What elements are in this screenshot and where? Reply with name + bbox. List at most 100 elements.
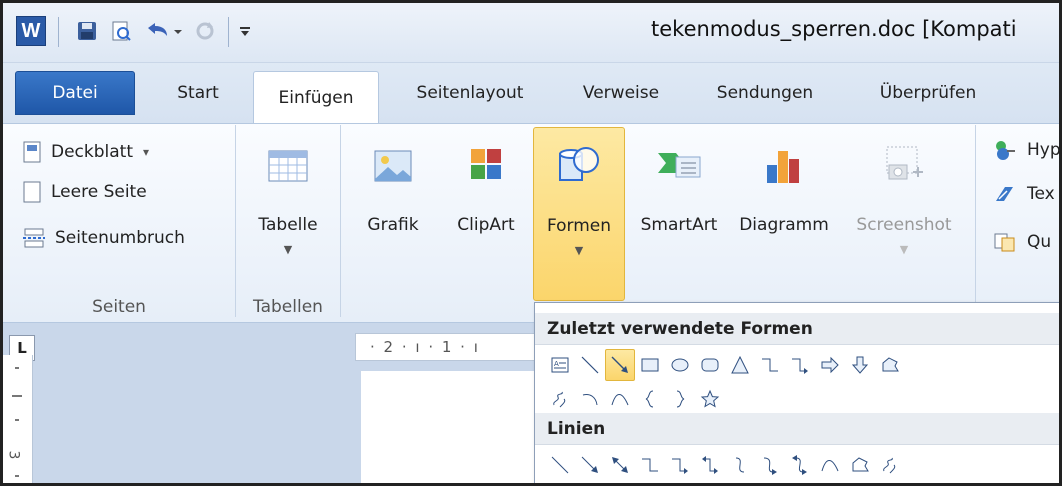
horizontal-ruler[interactable]: · 2 · ı · 1 · ı: [355, 333, 555, 361]
ruler-tick: [15, 367, 19, 369]
leere-seite-button[interactable]: Leere Seite: [23, 181, 147, 203]
arrow-shape-icon[interactable]: [575, 449, 605, 481]
group-separator: [975, 125, 976, 317]
section-header-recent-shapes: Zuletzt verwendete Formen: [535, 313, 1059, 345]
ruler-tick: [12, 395, 22, 397]
elbow-connector-shape-icon[interactable]: [635, 449, 665, 481]
clipart-icon: [471, 149, 501, 179]
tab-start[interactable]: Start: [158, 71, 238, 115]
ruler-number: 3: [5, 450, 22, 460]
line-shape-icon[interactable]: [575, 349, 605, 381]
curve-shape-icon[interactable]: [605, 383, 635, 415]
elbow-double-arrow-connector-shape-icon[interactable]: [695, 449, 725, 481]
freeform-shape-icon[interactable]: [845, 449, 875, 481]
title-bar: W tekenmodus_sperren.doc [Kompati: [3, 3, 1059, 63]
hyperlink-button[interactable]: Hyp: [993, 139, 1061, 161]
screenshot-button: Screenshot ▼: [841, 127, 967, 295]
undo-icon[interactable]: [141, 16, 185, 46]
formen-label: Formen: [546, 216, 612, 236]
tab-einfuegen[interactable]: Einfügen: [253, 71, 379, 124]
rectangle-shape-icon[interactable]: [635, 349, 665, 381]
shapes-gallery: Zuletzt verwendete Formen A Linien: [534, 302, 1059, 483]
tab-datei[interactable]: Datei: [15, 71, 135, 115]
screenshot-label: Screenshot: [856, 215, 952, 235]
tab-verweise[interactable]: Verweise: [566, 71, 676, 115]
blank-page-icon: [23, 181, 41, 203]
word-window: W tekenmodus_sperren.doc [Kompati Datei …: [0, 0, 1062, 486]
seitenumbruch-label: Seitenumbruch: [55, 228, 185, 248]
double-arrow-shape-icon[interactable]: [605, 449, 635, 481]
section-header-lines: Linien: [535, 413, 1059, 445]
recent-shapes-row-2: [545, 383, 725, 415]
grafik-button[interactable]: Grafik: [358, 127, 428, 295]
triangle-shape-icon[interactable]: [725, 349, 755, 381]
elbow-arrow-connector-shape-icon[interactable]: [785, 349, 815, 381]
rounded-rectangle-shape-icon[interactable]: [695, 349, 725, 381]
chevron-down-icon: ▼: [574, 244, 584, 257]
elbow-arrow-connector-shape-icon[interactable]: [665, 449, 695, 481]
customize-dropdown-icon[interactable]: [235, 16, 255, 46]
clipart-button[interactable]: ClipArt: [446, 127, 526, 295]
group-label-seiten: Seiten: [92, 297, 146, 317]
tab-ueberpruefen[interactable]: Überprüfen: [855, 71, 1001, 115]
left-brace-shape-icon[interactable]: [635, 383, 665, 415]
curved-arrow-connector-shape-icon[interactable]: [755, 449, 785, 481]
vertical-ruler[interactable]: 3: [3, 355, 33, 483]
scribble-shape-icon[interactable]: [545, 383, 575, 415]
curved-connector-shape-icon[interactable]: [725, 449, 755, 481]
scribble-shape-icon[interactable]: [875, 449, 905, 481]
leere-seite-label: Leere Seite: [51, 182, 147, 202]
svg-text:A: A: [554, 360, 559, 368]
picture-icon: [374, 150, 412, 182]
bookmark-icon: [996, 187, 1013, 201]
textbox-shape-icon[interactable]: A: [545, 349, 575, 381]
chevron-down-icon: ▾: [143, 145, 150, 159]
chart-icon: [767, 151, 799, 183]
document-title: tekenmodus_sperren.doc [Kompati: [651, 17, 1017, 41]
down-arrow-shape-icon[interactable]: [845, 349, 875, 381]
group-separator: [235, 125, 236, 317]
deckblatt-label: Deckblatt: [51, 142, 134, 162]
smartart-label: SmartArt: [640, 215, 718, 235]
deckblatt-button[interactable]: Deckblatt ▾: [23, 141, 149, 163]
querverweis-button[interactable]: Qu: [993, 231, 1051, 253]
cross-reference-icon: [994, 233, 1015, 252]
arc-shape-icon[interactable]: [575, 383, 605, 415]
curved-double-arrow-connector-shape-icon[interactable]: [785, 449, 815, 481]
ruler-tick: [15, 419, 19, 421]
screenshot-icon: [886, 146, 923, 180]
freeform-shape-icon[interactable]: [875, 349, 905, 381]
smartart-button[interactable]: SmartArt: [627, 127, 731, 295]
diagramm-button[interactable]: Diagramm: [729, 127, 839, 295]
tabelle-label: Tabelle: [258, 215, 318, 235]
clipart-label: ClipArt: [457, 215, 515, 235]
hyperlink-label: Hyp: [1027, 140, 1061, 160]
document-page[interactable]: [361, 371, 561, 483]
star-shape-icon[interactable]: [695, 383, 725, 415]
tabelle-button[interactable]: Tabelle ▼: [241, 127, 335, 295]
word-app-icon[interactable]: W: [16, 16, 46, 46]
tab-sendungen[interactable]: Sendungen: [697, 71, 833, 115]
right-brace-shape-icon[interactable]: [665, 383, 695, 415]
print-preview-icon[interactable]: [107, 16, 135, 46]
arrow-shape-icon[interactable]: [605, 349, 635, 381]
querverweis-label: Qu: [1027, 232, 1052, 252]
ribbon-tabs: Datei Start Einfügen Seitenlayout Verwei…: [3, 63, 1059, 124]
textmarke-button[interactable]: Tex: [993, 183, 1055, 205]
ruler-tick: [15, 475, 19, 477]
curve-shape-icon[interactable]: [815, 449, 845, 481]
formen-button[interactable]: Formen ▼: [533, 127, 625, 301]
group-label-tabellen: Tabellen: [253, 297, 323, 317]
textmarke-label: Tex: [1027, 184, 1055, 204]
smartart-icon: [658, 153, 701, 178]
separator: [58, 17, 59, 47]
oval-shape-icon[interactable]: [665, 349, 695, 381]
right-arrow-shape-icon[interactable]: [815, 349, 845, 381]
tab-seitenlayout[interactable]: Seitenlayout: [395, 71, 545, 115]
page-break-icon: [23, 228, 45, 248]
seitenumbruch-button[interactable]: Seitenumbruch: [23, 227, 185, 249]
save-icon[interactable]: [73, 16, 101, 46]
elbow-connector-shape-icon[interactable]: [755, 349, 785, 381]
line-shape-icon[interactable]: [545, 449, 575, 481]
grafik-label: Grafik: [367, 215, 419, 235]
